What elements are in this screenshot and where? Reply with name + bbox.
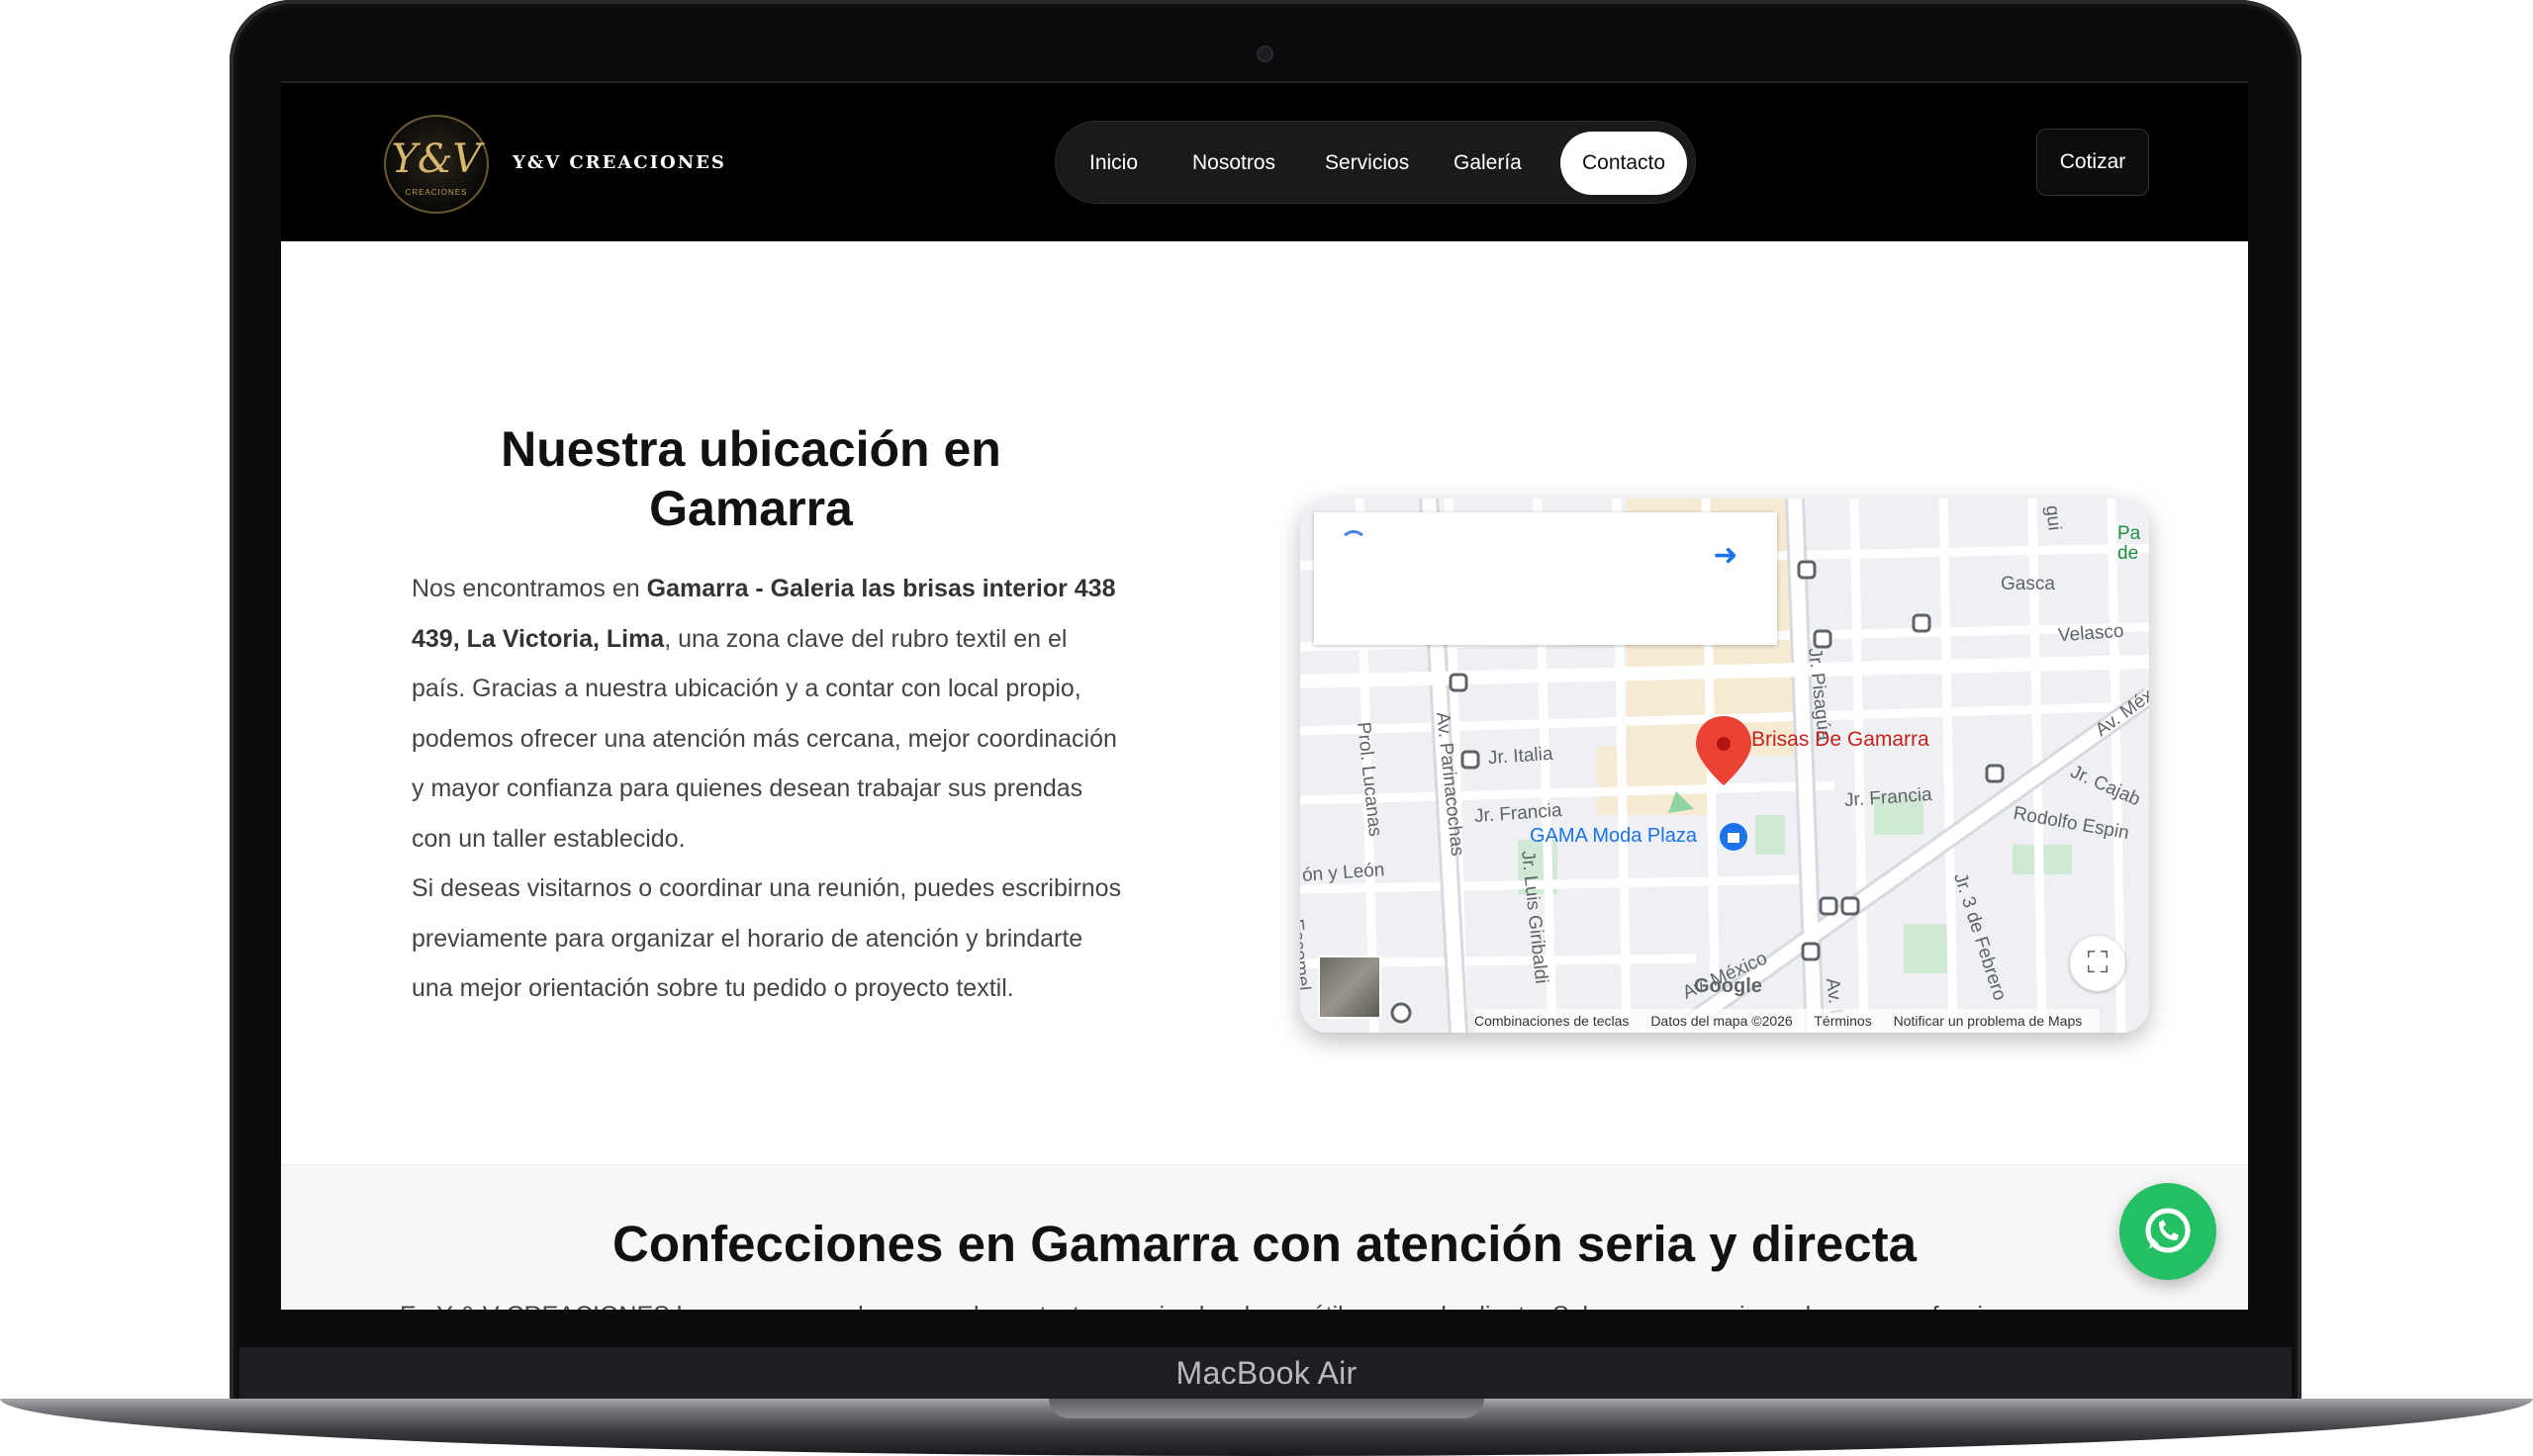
location-description: , una zona clave del rubro textil en el … [412, 624, 1117, 853]
main-nav: Inicio Nosotros Servicios Galería Contac… [1055, 121, 1696, 204]
brand-name[interactable]: Y&V CREACIONES [513, 152, 726, 173]
street-label-gasca: Gasca [2001, 574, 2055, 594]
contact-section: Confecciones en Gamarra con atención ser… [281, 1164, 2248, 1310]
logo-icon[interactable]: Y&V CREACIONES [384, 115, 489, 214]
cotizar-button[interactable]: Cotizar [2036, 129, 2149, 196]
map-poi-label[interactable]: GAMA Moda Plaza [1530, 825, 1697, 848]
keyboard-shortcuts-link[interactable]: Combinaciones de teclas [1474, 1013, 1629, 1029]
street-label-italia: Jr. Italia [1487, 743, 1554, 770]
map-data-label: Datos del mapa ©2026 [1650, 1013, 1793, 1029]
street-label-pa: Pa de [2117, 523, 2141, 564]
nav-item-inicio[interactable]: Inicio [1068, 132, 1160, 195]
site-header: Y&V CREACIONES Y&V CREACIONES Inicio Nos… [281, 83, 2248, 241]
laptop-model-label: MacBook Air [1175, 1355, 1358, 1391]
terms-link[interactable]: Términos [1814, 1013, 1871, 1029]
section-text: En Y & V CREACIONES buscamos que el proc… [400, 1302, 2141, 1310]
location-paragraph-2: Si deseas visitarnos o coordinar una reu… [412, 874, 1122, 1002]
google-logo: Google [1694, 975, 1762, 997]
camera-icon [1259, 47, 1271, 60]
whatsapp-icon [2145, 1208, 2191, 1253]
map-place-label[interactable]: Brisas De Gamarra [1751, 728, 1929, 752]
location-heading-line2: Gamarra [649, 481, 853, 536]
map-attribution: Combinaciones de teclas Datos del mapa ©… [1474, 1009, 2101, 1033]
logo-monogram: Y&V [391, 136, 482, 182]
location-intro: Nos encontramos en [412, 575, 647, 602]
section-title: Confecciones en Gamarra con atención ser… [611, 1216, 1917, 1272]
directions-icon[interactable]: ➜ [1704, 534, 1747, 578]
location-heading-line1: Nuestra ubicación en [501, 421, 1001, 477]
nav-item-galeria[interactable]: Galería [1432, 132, 1544, 195]
satellite-toggle[interactable] [1318, 956, 1381, 1019]
laptop-screen: Y&V CREACIONES Y&V CREACIONES Inicio Nos… [281, 83, 2248, 1310]
laptop-notch [1049, 1399, 1484, 1418]
fullscreen-icon[interactable]: ⛶ [2070, 936, 2125, 991]
report-problem-link[interactable]: Notificar un problema de Maps [1894, 1013, 2083, 1029]
whatsapp-button[interactable] [2119, 1183, 2216, 1280]
nav-item-servicios[interactable]: Servicios [1303, 132, 1431, 195]
loading-spinner-icon [1340, 530, 1367, 558]
location-paragraph: Nos encontramos en Gamarra - Galeria las… [412, 564, 1124, 1014]
page-content: Nuestra ubicación en Gamarra Nos encontr… [281, 241, 2248, 1310]
nav-item-nosotros[interactable]: Nosotros [1171, 132, 1297, 195]
street-label-gui: gui [2041, 504, 2065, 532]
street-label-velasco: Velasco [2057, 620, 2125, 647]
nav-item-contacto[interactable]: Contacto [1560, 132, 1688, 195]
location-heading: Nuestra ubicación en Gamarra [410, 419, 1092, 538]
map-embed[interactable]: ➜ Gasca Velasco Jr. Italia Jr. Francia J… [1300, 499, 2149, 1033]
logo-subtext: CREACIONES [405, 188, 468, 197]
map-place-card[interactable]: ➜ [1314, 512, 1777, 645]
